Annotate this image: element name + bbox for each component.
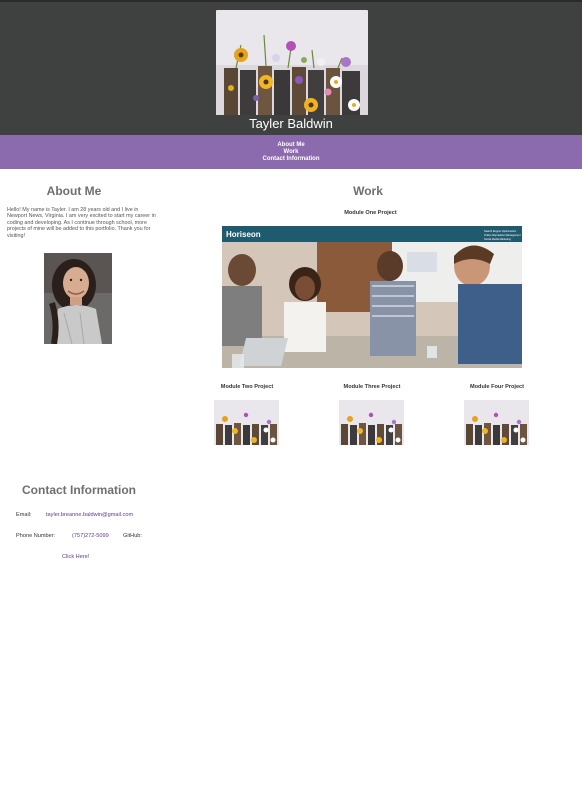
horiseon-nav-2: Online Reputation Management <box>484 233 521 237</box>
work-heading: Work <box>353 184 383 198</box>
horiseon-nav-3: Social Media Marketing <box>484 237 512 241</box>
horiseon-nav-1: Search Engine Optimization <box>484 229 517 233</box>
module-one-project-image[interactable]: Horiseon Search Engine Optimization Onli… <box>222 226 522 368</box>
nav-contact-information[interactable]: Contact Information <box>263 156 320 163</box>
module-three-thumbnail[interactable] <box>339 400 404 445</box>
module-four-label: Module Four Project <box>469 384 525 390</box>
site-title: Tayler Baldwin <box>249 116 333 131</box>
nav-about-me[interactable]: About Me <box>277 142 304 149</box>
module-two-thumbnail[interactable] <box>214 400 279 445</box>
profile-photo <box>44 253 112 344</box>
main-nav: About Me Work Contact Information <box>0 135 582 169</box>
site-header: Tayler Baldwin <box>0 0 582 135</box>
module-four-thumbnail[interactable] <box>464 400 529 445</box>
email-row: Email: <box>16 512 32 518</box>
module-three-label: Module Three Project <box>343 384 401 390</box>
nav-work[interactable]: Work <box>284 149 299 156</box>
phone-label: Phone Number: <box>16 533 56 539</box>
flowers-hero-image <box>216 10 368 115</box>
about-heading: About Me <box>46 184 102 198</box>
horiseon-brand: Horiseon <box>226 230 261 239</box>
module-two-label: Module Two Project <box>220 384 274 390</box>
phone-link[interactable]: (757)272-5099 <box>72 533 109 539</box>
about-text: Hello! My name is Tayler. I am 28 years … <box>7 207 156 239</box>
email-link[interactable]: tayler.breanne.baldwin@gmail.com <box>46 512 133 518</box>
github-label: GitHub: <box>123 533 142 539</box>
email-label: Email: <box>16 512 32 518</box>
module-one-label: Module One Project <box>344 210 397 216</box>
portfolio-page: Tayler Baldwin About Me Work Contact Inf… <box>0 0 582 795</box>
github-link[interactable]: Click Here! <box>62 554 89 560</box>
contact-heading: Contact Information <box>22 483 136 497</box>
